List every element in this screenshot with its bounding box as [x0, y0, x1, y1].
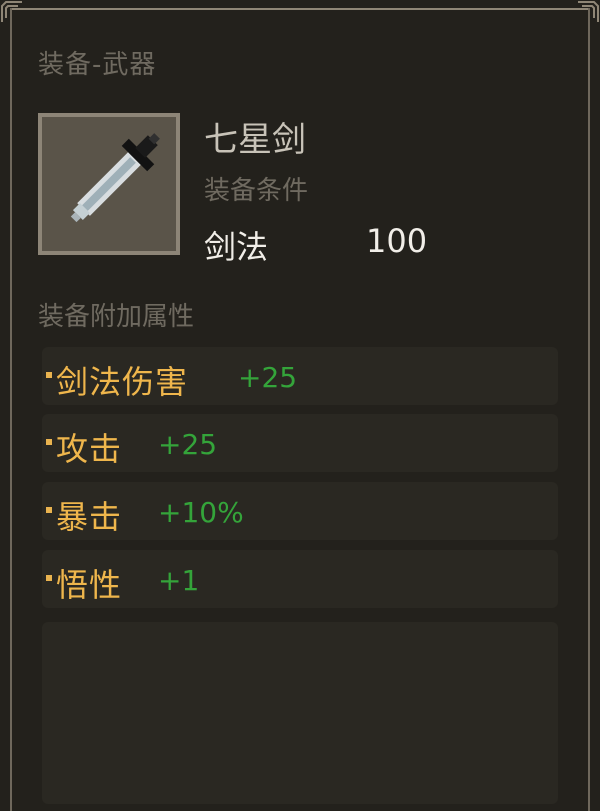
- attribute-value: +1: [158, 564, 200, 597]
- item-icon-slot: [38, 113, 180, 255]
- attribute-row: 攻击 +25: [42, 414, 558, 472]
- panel-right-border: [588, 8, 590, 811]
- attribute-row: 剑法伤害 +25: [42, 347, 558, 405]
- item-name: 七星剑: [204, 120, 306, 160]
- attribute-row: 暴击 +10%: [42, 482, 558, 540]
- panel-top-border: [12, 8, 588, 10]
- corner-ornament-icon: [1, 1, 22, 22]
- equipment-tooltip-panel: 装备-武器 七星剑 装备条件 剑法 100 装备附加属性 剑法伤害 +25 攻击…: [0, 0, 600, 811]
- attribute-name: 暴击: [56, 498, 123, 536]
- bullet-icon: [46, 372, 52, 378]
- corner-ornament-icon: [578, 1, 599, 22]
- attributes-title: 装备附加属性: [38, 302, 195, 332]
- attribute-value: +25: [158, 428, 218, 461]
- attribute-name: 剑法伤害: [56, 363, 189, 401]
- requirement-value: 100: [366, 222, 428, 260]
- bullet-icon: [46, 507, 52, 513]
- attribute-name: 悟性: [56, 566, 123, 604]
- attribute-row: 悟性 +1: [42, 550, 558, 608]
- attribute-value: +10%: [158, 496, 244, 529]
- requirement-title: 装备条件: [204, 176, 309, 206]
- panel-left-border: [10, 8, 12, 811]
- requirement-name: 剑法: [204, 228, 269, 266]
- attribute-value: +25: [238, 361, 298, 394]
- equipment-category-label: 装备-武器: [38, 50, 157, 80]
- attribute-name: 攻击: [56, 430, 123, 468]
- bullet-icon: [46, 439, 52, 445]
- sword-icon: [70, 133, 160, 223]
- bullet-icon: [46, 575, 52, 581]
- description-box: [42, 622, 558, 804]
